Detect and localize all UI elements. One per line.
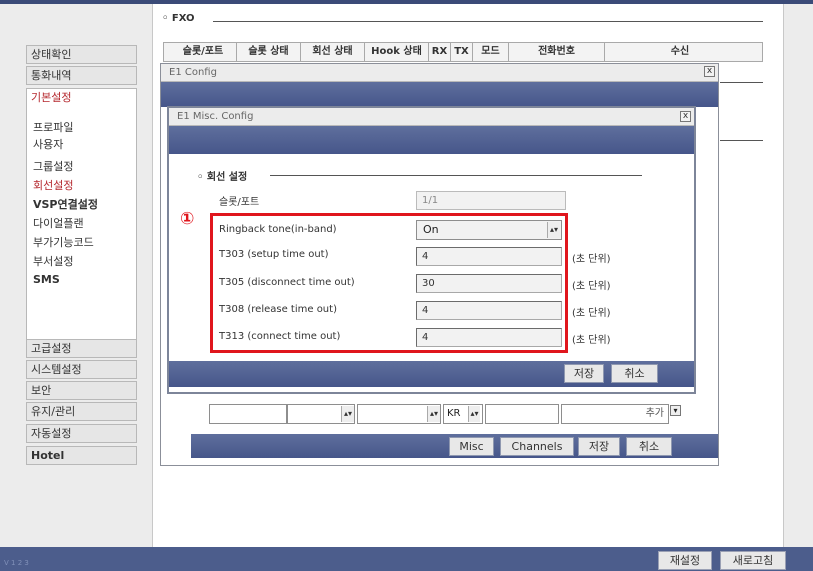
t313-label: T313 (connect time out) [219, 331, 341, 342]
t308-unit: (초 단위) [572, 308, 611, 319]
divider-right-1 [720, 82, 763, 83]
menu-call-history[interactable]: 통화내역 [26, 66, 137, 85]
menu-item-dialplan[interactable]: 다이얼플랜 [33, 215, 84, 231]
menu-advanced[interactable]: 고급설정 [26, 339, 137, 358]
fxo-divider [213, 21, 763, 22]
menu-item-profile[interactable]: 프로파일 [33, 119, 73, 135]
ringback-label: Ringback tone(in-band) [219, 224, 337, 235]
menu-item-user[interactable]: 사용자 [33, 136, 63, 152]
col-hook-status: Hook 상태 [365, 42, 429, 62]
e1-misc-close-button[interactable]: x [680, 111, 691, 122]
country-select[interactable]: KR ▴▾ [443, 404, 483, 424]
row-select-2[interactable]: ▴▾ [357, 404, 441, 424]
e1-misc-header-band [169, 126, 694, 154]
menu-item-department[interactable]: 부서설정 [33, 253, 73, 269]
scroll-arrow-icon[interactable]: ▾ [670, 405, 681, 416]
col-tx: TX [451, 42, 473, 62]
menu-item-line-settings[interactable]: 회선설정 [33, 177, 73, 193]
menu-item-vsp[interactable]: VSP연결설정 [33, 196, 98, 212]
fxo-section-title: ◦ FXO [162, 13, 195, 24]
t313-unit: (초 단위) [572, 335, 611, 346]
menu-security[interactable]: 보안 [26, 381, 137, 400]
e1-misc-titlebar[interactable]: E1 Misc. Config [169, 108, 694, 126]
e1-save-button[interactable]: 저장 [578, 437, 620, 456]
divider-right-2 [720, 140, 763, 141]
menu-item-feature-code[interactable]: 부가기능코드 [33, 234, 94, 250]
row-field-1[interactable] [209, 404, 287, 424]
version-text: V 1 2 3 [4, 559, 29, 567]
menu-auto-config[interactable]: 자동설정 [26, 424, 137, 443]
t305-label: T305 (disconnect time out) [219, 277, 355, 288]
chevron-down-icon: ▴▾ [468, 406, 480, 422]
t308-label: T308 (release time out) [219, 304, 337, 315]
misc-cancel-button[interactable]: 취소 [611, 364, 658, 383]
menu-basic-settings[interactable]: 기본설정 [26, 88, 137, 107]
t313-input[interactable]: 4 [416, 328, 562, 347]
slot-port-field: 1/1 [416, 191, 566, 210]
col-slot-port: 슬롯/포트 [170, 42, 237, 62]
channels-button[interactable]: Channels [500, 437, 574, 456]
add-field[interactable]: 추가 [561, 404, 669, 424]
chevron-down-icon: ▴▾ [341, 406, 354, 422]
annotation-marker: ① [180, 209, 195, 229]
t305-input[interactable]: 30 [416, 274, 562, 293]
chevron-down-icon: ▴▾ [547, 222, 560, 238]
refresh-button[interactable]: 새로고침 [720, 551, 786, 570]
e1-config-close-button[interactable]: x [704, 66, 715, 77]
t303-label: T303 (setup time out) [219, 249, 329, 260]
col-slot-status: 슬롯 상태 [237, 42, 301, 62]
menu-item-group[interactable]: 그룹설정 [33, 158, 73, 174]
line-settings-divider [270, 175, 642, 176]
t303-input[interactable]: 4 [416, 247, 562, 266]
menu-status[interactable]: 상태확인 [26, 45, 137, 64]
slot-port-label: 슬롯/포트 [219, 197, 260, 208]
t308-input[interactable]: 4 [416, 301, 562, 320]
e1-config-header-band [161, 82, 718, 107]
e1-config-titlebar[interactable]: E1 Config [161, 64, 718, 82]
menu-maintenance[interactable]: 유지/관리 [26, 402, 137, 421]
chevron-down-icon: ▴▾ [427, 406, 440, 422]
col-line-status: 회선 상태 [301, 42, 365, 62]
col-receive: 수신 [670, 46, 690, 57]
col-mode: 모드 [473, 42, 509, 62]
misc-save-button[interactable]: 저장 [564, 364, 604, 383]
ringback-select[interactable]: On ▴▾ [416, 220, 562, 240]
row-field-2[interactable] [485, 404, 559, 424]
menu-hotel[interactable]: Hotel [26, 446, 137, 465]
right-gutter [783, 4, 813, 547]
misc-button[interactable]: Misc [449, 437, 494, 456]
line-settings-title: ◦ 회선 설정 [197, 172, 248, 183]
t305-unit: (초 단위) [572, 281, 611, 292]
t303-unit: (초 단위) [572, 254, 611, 265]
menu-item-sms[interactable]: SMS [33, 273, 60, 286]
row-select-1[interactable]: ▴▾ [287, 404, 355, 424]
col-rx: RX [429, 42, 451, 62]
reset-button[interactable]: 재설정 [658, 551, 712, 570]
col-phone: 전화번호 [509, 42, 605, 62]
menu-system[interactable]: 시스템설정 [26, 360, 137, 379]
e1-cancel-button[interactable]: 취소 [626, 437, 672, 456]
